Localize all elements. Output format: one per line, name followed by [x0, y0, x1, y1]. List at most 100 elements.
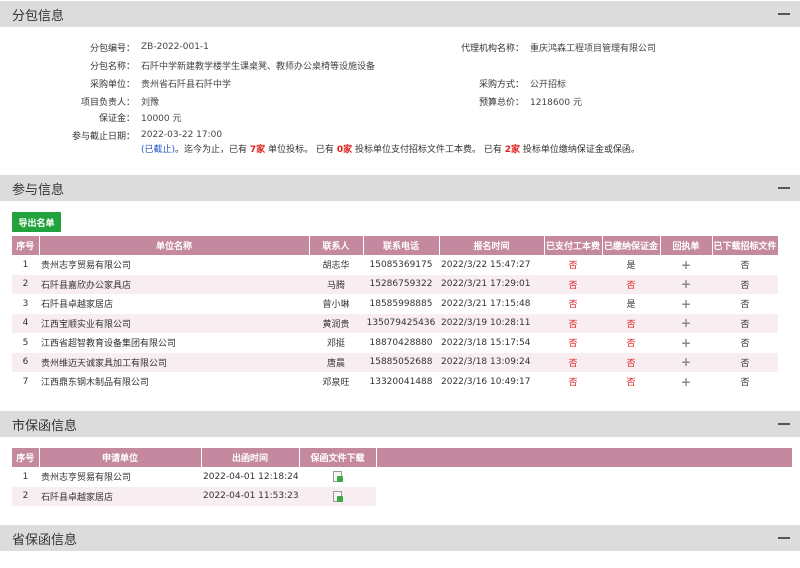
signup-time: 2022/3/18 15:17:54 — [441, 337, 531, 348]
contact-phone: 15286759322 — [363, 274, 439, 294]
table-header-row: 序号 单位名称 联系人 联系电话 报名时间 已支付工本费 已缴纳保证金 回执单 已下载招标文件 — [12, 236, 779, 255]
buyer-value: 贵州省石阡县石阡中学 — [141, 79, 232, 90]
fee-paid: 否 — [568, 300, 578, 311]
receipt-add-button[interactable]: + — [660, 294, 712, 314]
company-name: 贵州志亨贸易有限公司 — [41, 261, 132, 272]
doc-downloaded: 否 — [712, 274, 778, 294]
company-name: 石阡县卓越家居店 — [41, 300, 114, 311]
buyer-label: 采购单位： — [89, 79, 135, 90]
table-row: 2 石阡县卓越家居店 2022-04-01 11:53:23 — [12, 486, 376, 506]
info-method: 采购方式： 公开招标 — [400, 76, 566, 90]
collapse-icon[interactable] — [778, 537, 790, 539]
contact-phone: 135079425436 — [363, 313, 439, 333]
receipt-add-button[interactable]: + — [660, 352, 712, 372]
pkg-name-label: 分包名称： — [89, 61, 135, 72]
column-header: 已支付工本费 — [544, 236, 603, 255]
method-value: 公开招标 — [530, 79, 567, 90]
row-index: 4 — [12, 313, 39, 333]
collapse-icon[interactable] — [778, 423, 790, 425]
info-deposit: 保证金： 10000 元 — [0, 110, 182, 124]
signup-time: 2022/3/16 10:49:17 — [441, 376, 531, 387]
signup-time: 2022/3/19 10:28:11 — [439, 313, 544, 333]
company-name: 江西省超智教育设备集团有限公司 — [41, 339, 177, 350]
company-name: 贵州维迈天诚家具加工有限公司 — [39, 352, 309, 372]
signup-time: 2022/3/21 17:29:01 — [439, 274, 544, 294]
fee-paid: 否 — [544, 313, 602, 333]
pkg-name-value: 石阡中学新建教学楼学生课桌凳、教师办公桌椅等设施设备 — [141, 61, 376, 72]
receipt-add-button[interactable]: + — [660, 274, 712, 294]
deposit-paid: 否 — [602, 313, 660, 333]
contact-phone: 13320041488 — [369, 376, 433, 387]
column-header: 联系人 — [309, 236, 364, 255]
deposit-label: 保证金： — [98, 113, 135, 124]
deposit-count: 2家 — [504, 145, 520, 155]
section-title: 分包信息 — [12, 8, 65, 24]
manager-value: 刘豫 — [141, 97, 160, 108]
doc-downloaded: 否 — [712, 352, 778, 372]
row-index: 5 — [22, 337, 29, 348]
info-pkg-no: 分包编号： ZB-2022-001-1 — [0, 40, 209, 54]
contact-name: 邓挺 — [326, 339, 345, 350]
receipt-add-button[interactable]: + — [660, 333, 712, 353]
agency-value: 重庆鸿森工程项目管理有限公司 — [530, 43, 657, 54]
section-title: 市保函信息 — [12, 418, 78, 434]
deposit-paid: 否 — [626, 339, 636, 350]
table-row: 2 石阡县嘉欣办公家具店 马腾 15286759322 2022/3/21 17:29:… — [12, 274, 778, 294]
signup-time: 2022/3/21 17:15:48 — [441, 298, 531, 309]
status-text-4: 投标单位缴纳保证金或保函。 — [522, 145, 640, 155]
info-budget: 预算总价： 1218600 元 — [400, 94, 582, 108]
bid-count: 7家 — [249, 145, 266, 155]
collapse-icon[interactable] — [778, 13, 790, 15]
deposit-paid: 否 — [626, 378, 636, 389]
doc-downloaded: 否 — [740, 378, 750, 389]
table-row: 6 贵州维迈天诚家具加工有限公司 唐晨 15885052688 2022/3/18 13… — [12, 352, 778, 372]
bid-status-line: (已截止)。迄今为止，已有 7家 单位投标。 已有 0家 投标单位支付招标文件工… — [141, 142, 640, 155]
section-header-participants[interactable]: 参与信息 — [0, 175, 800, 201]
table-row: 3 石阡县卓越家居店 曾小琳 18585998885 2022/3/21 17:15:4… — [12, 294, 778, 314]
row-index: 2 — [12, 274, 39, 294]
contact-phone: 18585998885 — [369, 298, 433, 309]
info-deadline: 参与截止日期： 2022-03-22 17:00 — [0, 128, 222, 142]
method-label: 采购方式： — [478, 79, 524, 90]
deposit-paid: 否 — [602, 274, 660, 294]
participants-table: 序号 单位名称 联系人 联系电话 报名时间 已支付工本费 已缴纳保证金 回执单 已下载招标文件 … — [12, 236, 779, 392]
receipt-add-button[interactable]: + — [660, 255, 712, 275]
receipt-add-button[interactable]: + — [660, 313, 712, 333]
section-header-city-guarantee[interactable]: 市保函信息 — [0, 411, 800, 437]
section-header-province-guarantee[interactable]: 省保函信息 — [0, 525, 800, 551]
doc-downloaded: 否 — [740, 339, 750, 350]
info-agency: 代理机构名称： 重庆鸿森工程项目管理有限公司 — [400, 40, 656, 54]
deposit-paid: 是 — [626, 261, 636, 272]
export-list-button[interactable]: 导出名单 — [12, 212, 61, 232]
contact-name: 邓泉旺 — [322, 378, 350, 389]
guarantee-download-cell[interactable] — [299, 486, 376, 506]
row-index: 6 — [12, 352, 39, 372]
contact-name: 曾小琳 — [322, 300, 350, 311]
pkg-no-label: 分包编号： — [89, 43, 135, 54]
file-download-icon[interactable] — [333, 471, 343, 483]
contact-phone: 15885052688 — [363, 352, 439, 372]
column-header: 序号 — [12, 236, 40, 255]
info-pkg-name: 分包名称： 石阡中学新建教学楼学生课桌凳、教师办公桌椅等设施设备 — [0, 58, 375, 72]
guarantee-download-cell[interactable] — [299, 467, 376, 487]
contact-name: 唐晨 — [309, 352, 363, 372]
column-header: 申请单位 — [39, 448, 202, 467]
column-header: 单位名称 — [39, 236, 310, 255]
doc-downloaded: 否 — [740, 300, 750, 311]
signup-time: 2022/3/22 15:47:27 — [441, 259, 531, 270]
section-header-package-info[interactable]: 分包信息 — [0, 1, 800, 27]
info-buyer: 采购单位： 贵州省石阡县石阡中学 — [0, 76, 231, 90]
file-download-icon[interactable] — [333, 490, 343, 502]
company-name: 石阡县嘉欣办公家具店 — [39, 274, 309, 294]
collapse-icon[interactable] — [778, 187, 790, 189]
company-name: 江西鼎东钢木制品有限公司 — [41, 378, 150, 389]
company-name: 江西宝顺实业有限公司 — [39, 313, 309, 333]
issue-time: 2022-04-01 12:18:24 — [203, 471, 299, 482]
receipt-add-button[interactable]: + — [660, 372, 712, 392]
budget-value: 1218600 元 — [530, 97, 582, 108]
column-header: 回执单 — [660, 236, 713, 255]
column-header: 保函文件下载 — [299, 448, 377, 467]
budget-label: 预算总价： — [478, 97, 524, 108]
applicant-name: 石阡县卓越家居店 — [39, 486, 201, 506]
row-index: 1 — [22, 471, 29, 482]
